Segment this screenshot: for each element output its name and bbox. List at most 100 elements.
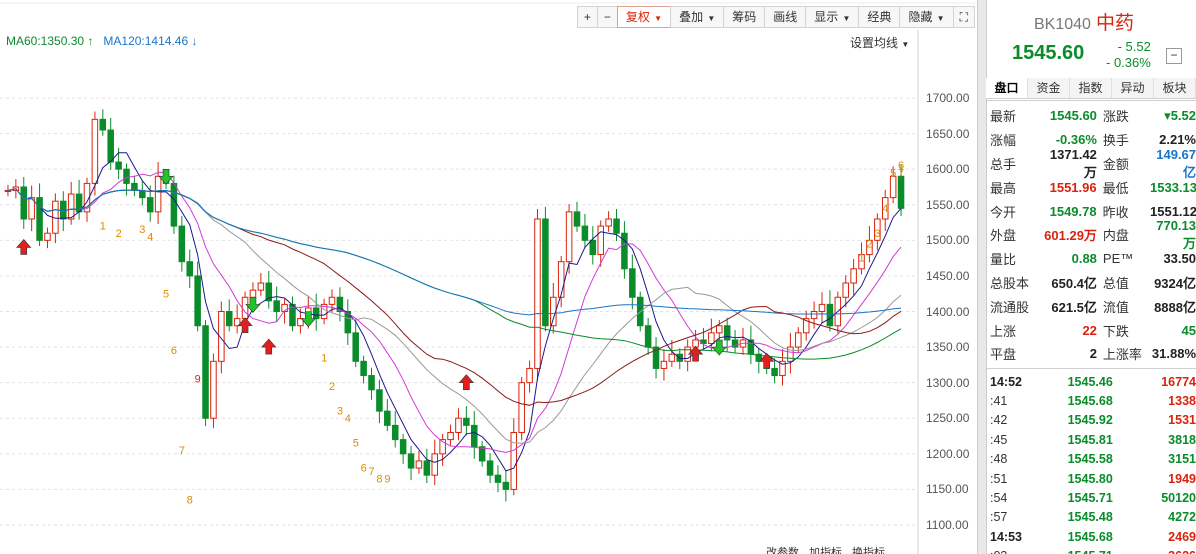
tick-t: :42 [990,413,1008,428]
stats-v2: 45 [1181,322,1196,338]
candle-body [668,353,676,362]
tick-p: 1545.48 [1067,510,1113,525]
candle-body [399,439,407,455]
tick-t: 14:52 [990,374,1022,389]
candle-body [494,474,502,483]
td-count-label: 6 [361,463,367,475]
td-count-label: 3 [874,228,880,240]
ma-line-120 [7,188,902,316]
tick-q: 16774 [1161,374,1196,389]
tick-q: 1338 [1168,394,1196,409]
stats-row: 总手 1371.42万 金额 149.67亿 [986,147,1196,180]
ma-line-60 [7,188,902,360]
candle-body [526,367,533,384]
td-count-label: 1 [859,253,865,265]
price-axis-label: 1700.00 [926,91,970,105]
overlay-button[interactable]: 叠加 ▼ [670,6,725,28]
price-axis-label: 1100.00 [926,518,969,532]
stats-v: 601.29万 [1044,228,1097,244]
stats-v2: 1533.13 [1150,179,1196,195]
stats-row: 外盘 601.29万 内盘 770.13万 [986,218,1196,251]
tick-t: :41 [990,394,1008,409]
price-axis-label: 1300.00 [926,375,970,390]
candle-body [210,360,217,419]
td-count-label: 9 [195,374,201,386]
tab-3[interactable]: 异动 [1112,78,1154,98]
stats-l2: 涨跌 [1102,109,1129,125]
stats-v2: 770.13万 [1156,217,1196,251]
stats-v2: 149.67亿 [1156,146,1196,180]
fullscreen-icon[interactable]: ⛶ [952,6,975,28]
candle-body [605,218,612,227]
candle-body [676,353,684,362]
candle-body [154,175,162,213]
stats-v2: 1551.12 [1150,203,1196,219]
zoom-out-button[interactable]: − [596,6,618,28]
stats-v2: ▾5.52 [1164,107,1196,123]
candle-body [273,300,280,313]
stats-v: 1551.96 [1049,179,1097,195]
candle-body [194,275,201,327]
tab-1[interactable]: 资金 [1028,78,1070,98]
candle-body [589,239,597,256]
display-button[interactable]: 显示 ▼ [805,6,860,28]
candle-body [115,161,122,170]
td-count-label: 3 [139,224,145,236]
stats-row: 平盘 2 上涨率 31.88% [986,342,1196,366]
candle-body [423,460,431,476]
stats-l: 总股本 [990,275,1030,291]
stats-table: 最新 1545.60 涨跌 ▾5.52 涨幅 -0.36% 换手 2.21% 总手 1371.42… [986,104,1196,366]
td-count-label: 9 [384,473,390,485]
indicator-tool[interactable]: 改参数 [766,544,799,554]
tick-p: 1545.46 [1067,374,1113,389]
td-count-label: 1 [321,352,327,364]
kline-chart-area[interactable]: 1234567891234567891234567 MA60:1350.30 ↑… [0,0,977,554]
stats-v: 2 [1089,346,1097,362]
tab-4[interactable]: 板块 [1154,78,1196,98]
candle-body [360,360,367,377]
candle-body [131,182,138,192]
td-count-label: 5 [890,167,896,179]
stats-row: 量比 0.88 PE™ 33.50 [986,247,1196,271]
classic-button[interactable]: 经典 [858,6,901,28]
indicator-tool[interactable]: 加指标 [809,544,842,554]
stats-v2: 2.21% [1159,132,1196,148]
tick-row: :57 1545.48 4272 [986,508,1196,527]
candle-body [431,453,439,476]
candle-body [146,197,154,213]
stats-v: 1549.78 [1049,203,1097,219]
candle-body [257,282,265,291]
set-ma-dropdown[interactable]: 设置均线 ▼ [850,34,909,51]
td-count-label: 4 [147,231,153,243]
candlestick-chart[interactable]: 12 3456789123456 78 91234567 [0,0,977,554]
stats-l2: 内盘 [1102,228,1129,244]
candle-body [850,268,857,284]
td-count-label: 7 [179,445,185,457]
candle-body [818,303,826,312]
indicator-tool[interactable]: 换指标 [852,544,885,554]
td-count-label: 4 [345,413,351,425]
candle-body [518,382,525,433]
candle-body [67,193,75,220]
td-count-label: 7 [898,167,904,179]
tick-t: :03 [986,549,1038,554]
tick-p: 1545.58 [1067,452,1113,467]
price-axis-label: 1600.00 [926,162,970,177]
chips-button[interactable]: 筹码 [723,6,766,28]
tick-t: :51 [990,471,1008,486]
tick-q: 1531 [1168,413,1196,428]
stats-v: 1371.42万 [1049,146,1097,180]
tab-2[interactable]: 指数 [1070,78,1112,98]
tab-0[interactable]: 盘口 [986,78,1028,98]
stats-l: 涨幅 [990,133,1017,149]
hide-button[interactable]: 隐藏 ▼ [899,6,954,28]
zoom-in-button[interactable]: + [576,6,598,28]
tick-list[interactable]: 14:52 1545.46 16774:41 1545.68 1338:42 1545.9… [986,372,1196,554]
draw-line-button[interactable]: 画线 [764,6,807,28]
candle-body [478,446,486,462]
candle-body [842,282,849,298]
adjust-button[interactable]: 复权 ▼ [616,6,672,28]
candle-body [747,339,755,355]
collapse-button[interactable]: − [1166,48,1182,64]
stats-row: 流通股 621.5亿 流值 8888亿 [986,294,1196,318]
